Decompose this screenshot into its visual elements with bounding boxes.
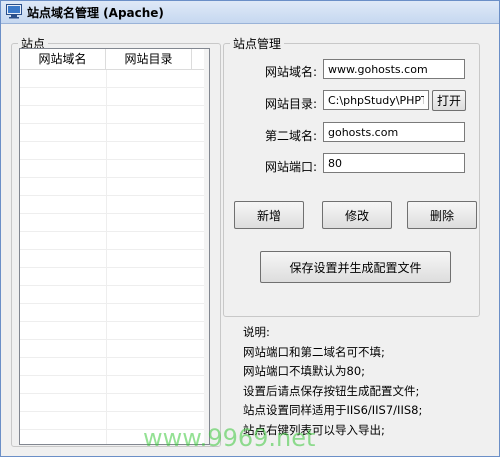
notes-heading: 说明: — [243, 325, 270, 339]
list-cell-domain — [20, 196, 107, 213]
notes-line: 网站端口和第二域名可不填; — [243, 344, 385, 359]
list-item[interactable] — [20, 250, 209, 268]
open-directory-button[interactable]: 打开 — [432, 90, 466, 111]
list-cell-domain — [20, 160, 107, 177]
list-cell-directory — [107, 304, 209, 321]
list-cell-domain — [20, 304, 107, 321]
list-item[interactable] — [20, 178, 209, 196]
add-button[interactable]: 新增 — [234, 201, 304, 229]
list-cell-domain — [20, 142, 107, 159]
list-item[interactable] — [20, 232, 209, 250]
list-cell-directory — [107, 178, 209, 195]
list-cell-directory — [107, 286, 209, 303]
edit-button[interactable]: 修改 — [322, 201, 392, 229]
list-cell-domain — [20, 286, 107, 303]
domain-label: 网站域名: — [264, 65, 317, 79]
list-item[interactable] — [20, 376, 209, 394]
notes-line: 设置后请点保存按钮生成配置文件; — [243, 383, 420, 398]
list-cell-domain — [20, 322, 107, 339]
sites-list-rows — [20, 70, 209, 444]
list-cell-directory — [107, 232, 209, 249]
list-cell-directory — [107, 214, 209, 231]
list-cell-domain — [20, 394, 107, 411]
list-cell-directory — [107, 376, 209, 393]
port-label: 网站端口: — [264, 160, 317, 174]
list-cell-domain — [20, 106, 107, 123]
column-header-directory[interactable]: 网站目录 — [106, 49, 192, 69]
list-item[interactable] — [20, 196, 209, 214]
list-cell-domain — [20, 124, 107, 141]
title-bar[interactable]: 站点域名管理 (Apache) — [1, 1, 499, 24]
list-item[interactable] — [20, 142, 209, 160]
list-item[interactable] — [20, 106, 209, 124]
list-item[interactable] — [20, 70, 209, 88]
column-header-domain[interactable]: 网站域名 — [20, 49, 106, 69]
delete-button[interactable]: 删除 — [407, 201, 477, 229]
list-cell-domain — [20, 376, 107, 393]
list-cell-domain — [20, 70, 107, 87]
list-item[interactable] — [20, 268, 209, 286]
list-cell-directory — [107, 88, 209, 105]
list-cell-directory — [107, 394, 209, 411]
sites-list[interactable]: 网站域名 网站目录 — [19, 48, 210, 445]
list-cell-domain — [20, 214, 107, 231]
domain-field[interactable] — [323, 59, 465, 79]
port-field[interactable] — [323, 153, 465, 173]
save-and-generate-button[interactable]: 保存设置并生成配置文件 — [260, 251, 451, 283]
watermark: www.9969.net — [143, 424, 316, 452]
list-cell-directory — [107, 70, 209, 87]
list-item[interactable] — [20, 160, 209, 178]
list-cell-domain — [20, 178, 107, 195]
notes-line: 站点设置同样适用于IIS6/IIS7/IIS8; — [243, 403, 423, 417]
list-cell-directory — [107, 250, 209, 267]
list-cell-directory — [107, 196, 209, 213]
list-item[interactable] — [20, 124, 209, 142]
list-cell-directory — [107, 160, 209, 177]
list-item[interactable] — [20, 214, 209, 232]
list-cell-directory — [107, 142, 209, 159]
list-cell-domain — [20, 340, 107, 357]
list-cell-directory — [107, 106, 209, 123]
list-item[interactable] — [20, 286, 209, 304]
second-domain-field[interactable] — [323, 122, 465, 142]
list-cell-directory — [107, 322, 209, 339]
sites-list-header: 网站域名 网站目录 — [20, 49, 209, 70]
directory-field[interactable] — [323, 90, 429, 110]
sites-list-scrollbar[interactable] — [204, 49, 209, 444]
list-cell-domain — [20, 412, 107, 429]
list-cell-directory — [107, 340, 209, 357]
second-domain-label: 第二域名: — [264, 129, 317, 143]
list-cell-domain — [20, 88, 107, 105]
manage-group-legend: 站点管理 — [233, 37, 282, 51]
list-cell-domain — [20, 250, 107, 267]
list-item[interactable] — [20, 358, 209, 376]
list-cell-directory — [107, 268, 209, 285]
list-cell-domain — [20, 268, 107, 285]
list-cell-domain — [20, 430, 107, 444]
list-item[interactable] — [20, 304, 209, 322]
list-item[interactable] — [20, 340, 209, 358]
app-window: 站点域名管理 (Apache) 站点 网站域名 网站目录 站点管理 网站域名: … — [0, 0, 500, 457]
list-cell-directory — [107, 124, 209, 141]
notes-line: 网站端口不填默认为80; — [243, 364, 366, 378]
list-cell-domain — [20, 232, 107, 249]
list-item[interactable] — [20, 322, 209, 340]
list-cell-domain — [20, 358, 107, 375]
directory-label: 网站目录: — [264, 97, 317, 111]
notes-panel: 说明: 网站端口和第二域名可不填; 网站端口不填默认为80; 设置后请点保存按钮… — [243, 323, 493, 440]
app-icon — [6, 4, 22, 19]
list-cell-directory — [107, 358, 209, 375]
window-title: 站点域名管理 (Apache) — [27, 6, 164, 20]
list-item[interactable] — [20, 88, 209, 106]
client-area: 站点 网站域名 网站目录 站点管理 网站域名: 网站目录: 打开 第二域名: 网… — [5, 25, 495, 453]
list-item[interactable] — [20, 394, 209, 412]
